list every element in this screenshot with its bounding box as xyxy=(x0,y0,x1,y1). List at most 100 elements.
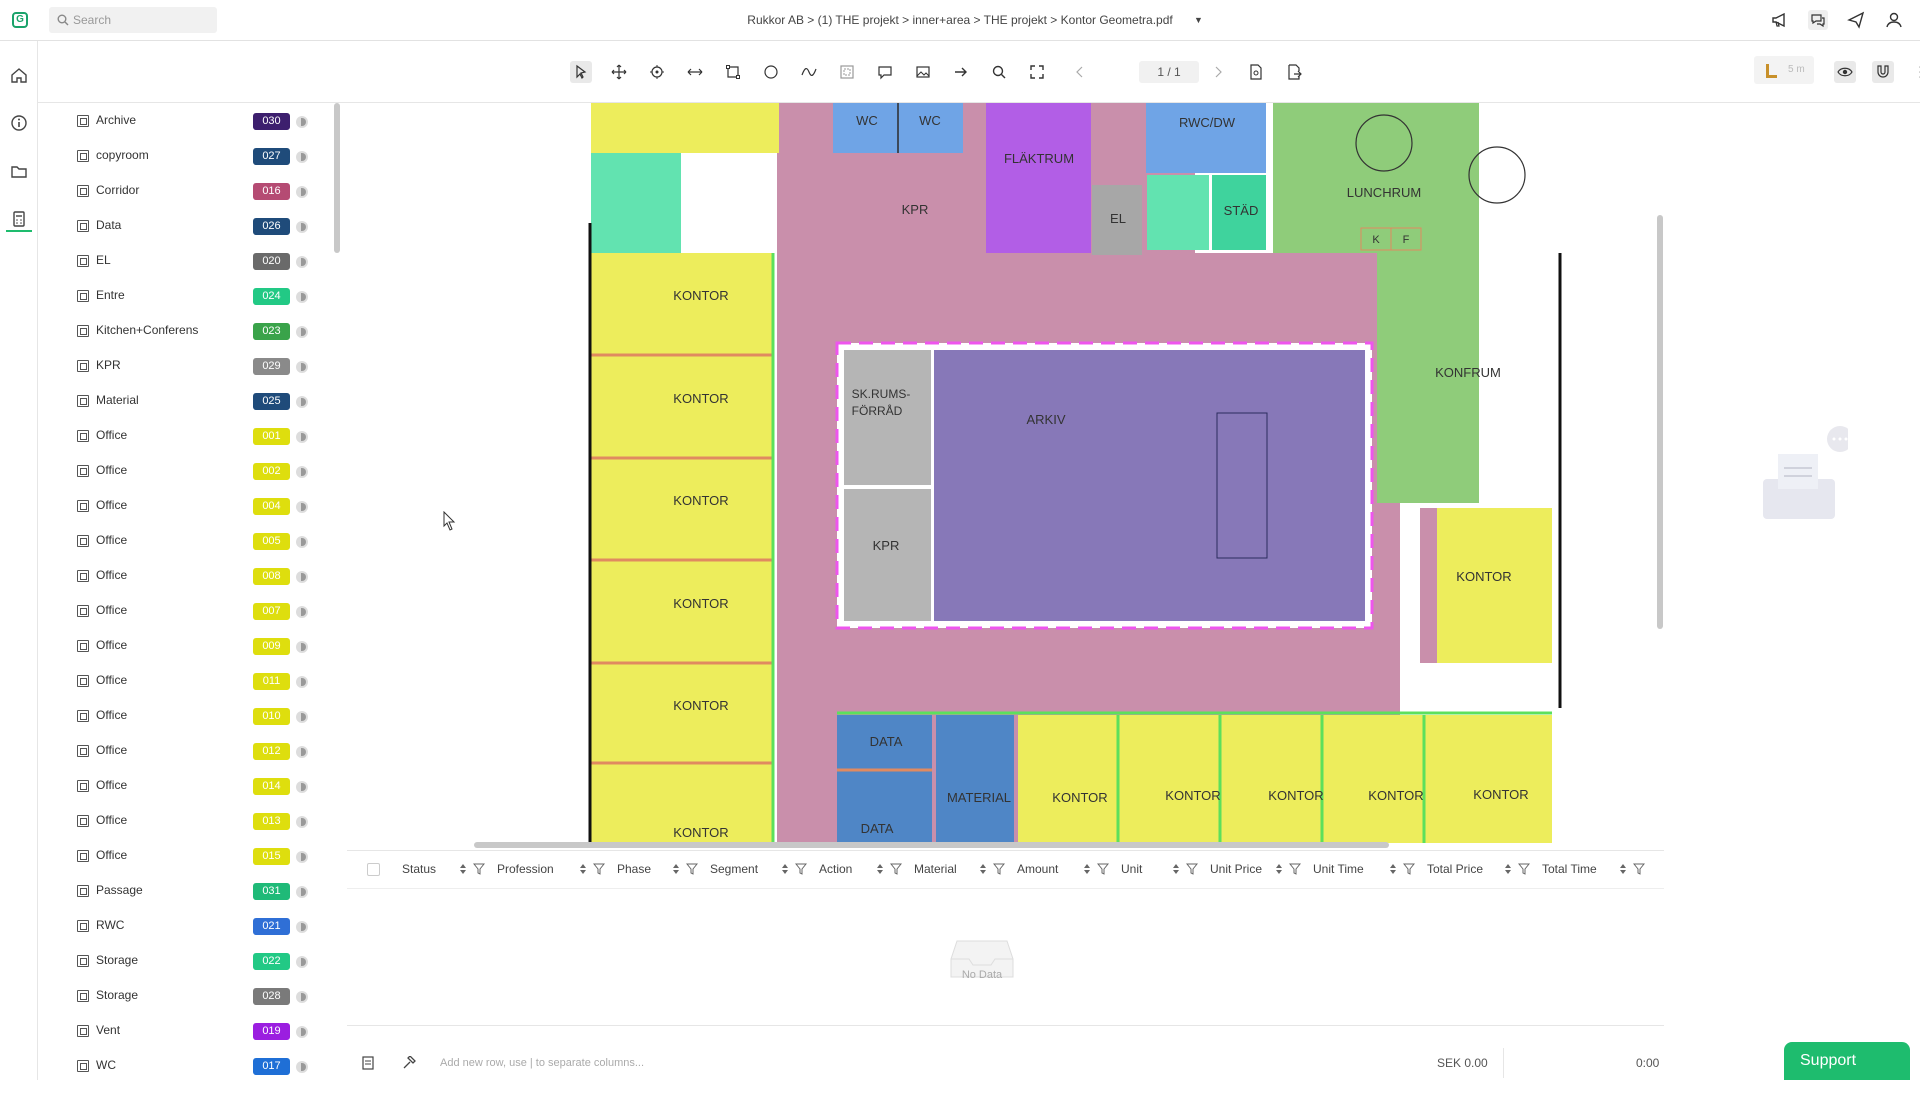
layer-row[interactable]: Material025 xyxy=(46,383,346,418)
cutout-tool-button[interactable] xyxy=(836,61,858,83)
sort-icon[interactable] xyxy=(1275,863,1283,875)
sort-icon[interactable] xyxy=(672,863,680,875)
filter-icon[interactable] xyxy=(890,863,902,875)
layer-visibility-toggle[interactable] xyxy=(296,816,308,828)
layer-row[interactable]: Office002 xyxy=(46,453,346,488)
layer-row[interactable]: Vent019 xyxy=(46,1013,346,1048)
snap-toggle-button[interactable] xyxy=(1872,61,1894,83)
layer-visibility-toggle[interactable] xyxy=(296,186,308,198)
line-tool-button[interactable] xyxy=(684,61,706,83)
layer-row[interactable]: Office004 xyxy=(46,488,346,523)
layer-row[interactable]: Office011 xyxy=(46,663,346,698)
layer-row[interactable]: Office015 xyxy=(46,838,346,873)
image-tool-button[interactable] xyxy=(912,61,934,83)
layer-visibility-toggle[interactable] xyxy=(296,606,308,618)
notes-icon[interactable] xyxy=(361,1056,375,1070)
layer-visibility-toggle[interactable] xyxy=(296,326,308,338)
sort-icon[interactable] xyxy=(876,863,884,875)
search-input[interactable]: Search xyxy=(49,7,217,33)
layer-visibility-toggle[interactable] xyxy=(296,571,308,583)
material-zone[interactable] xyxy=(936,715,1014,843)
arrow-tool-button[interactable] xyxy=(950,61,972,83)
layer-row[interactable]: Office014 xyxy=(46,768,346,803)
next-page-button[interactable] xyxy=(1207,61,1229,83)
filter-icon[interactable] xyxy=(593,863,605,875)
layer-visibility-toggle[interactable] xyxy=(296,991,308,1003)
sort-icon[interactable] xyxy=(1083,863,1091,875)
layer-row[interactable]: Entre024 xyxy=(46,278,346,313)
layer-visibility-toggle[interactable] xyxy=(296,956,308,968)
comment-tool-button[interactable] xyxy=(874,61,896,83)
circle-tool-button[interactable] xyxy=(760,61,782,83)
sort-icon[interactable] xyxy=(979,863,987,875)
filter-icon[interactable] xyxy=(993,863,1005,875)
layer-visibility-toggle[interactable] xyxy=(296,676,308,688)
layer-row[interactable]: Storage028 xyxy=(46,978,346,1013)
layer-visibility-toggle[interactable] xyxy=(296,256,308,268)
pan-tool-button[interactable] xyxy=(608,61,630,83)
layer-row[interactable]: Office013 xyxy=(46,803,346,838)
select-all-checkbox[interactable] xyxy=(367,863,380,876)
breadcrumb-dropdown-icon[interactable]: ▼ xyxy=(1194,15,1203,25)
rwc-zone[interactable] xyxy=(1146,103,1266,173)
layer-row[interactable]: EL020 xyxy=(46,243,346,278)
layer-row[interactable]: Corridor016 xyxy=(46,173,346,208)
layer-row[interactable]: Office005 xyxy=(46,523,346,558)
layer-visibility-toggle[interactable] xyxy=(296,396,308,408)
floor-plan[interactable]: WC WC RWC/DW FLÄKTRUM KPR EL STÄD LUNCHR… xyxy=(347,103,1660,843)
filter-icon[interactable] xyxy=(1289,863,1301,875)
layer-visibility-toggle[interactable] xyxy=(296,711,308,723)
layer-row[interactable]: Office007 xyxy=(46,593,346,628)
kpr-zone[interactable] xyxy=(844,489,931,621)
document-button[interactable] xyxy=(1245,61,1267,83)
layer-visibility-toggle[interactable] xyxy=(296,361,308,373)
filter-icon[interactable] xyxy=(1186,863,1198,875)
layer-list-scrollbar[interactable] xyxy=(334,103,340,253)
layer-row[interactable]: Office009 xyxy=(46,628,346,663)
canvas-horizontal-scrollbar[interactable] xyxy=(474,842,1389,848)
layer-row[interactable]: Office008 xyxy=(46,558,346,593)
layer-row[interactable]: Office010 xyxy=(46,698,346,733)
hammer-icon[interactable] xyxy=(402,1056,416,1070)
layer-row[interactable]: copyroom027 xyxy=(46,138,346,173)
scale-indicator[interactable]: 5 m xyxy=(1754,56,1814,84)
page-indicator[interactable]: 1 / 1 xyxy=(1139,61,1199,83)
layer-visibility-toggle[interactable] xyxy=(296,116,308,128)
office-right-zone[interactable] xyxy=(1437,508,1552,663)
megaphone-icon[interactable] xyxy=(1770,10,1790,30)
drawing-canvas[interactable]: WC WC RWC/DW FLÄKTRUM KPR EL STÄD LUNCHR… xyxy=(347,103,1660,843)
layer-visibility-toggle[interactable] xyxy=(296,501,308,513)
layer-row[interactable]: WC017 xyxy=(46,1048,346,1080)
breadcrumb[interactable]: Rukkor AB > (1) THE projekt > inner+area… xyxy=(0,0,1920,40)
sort-icon[interactable] xyxy=(579,863,587,875)
layer-visibility-toggle[interactable] xyxy=(296,781,308,793)
office-zone[interactable] xyxy=(591,103,779,153)
home-icon[interactable] xyxy=(10,66,28,84)
area-tool-button[interactable] xyxy=(722,61,744,83)
grid-column-header[interactable]: Unit Time xyxy=(1313,851,1364,887)
sort-icon[interactable] xyxy=(1389,863,1397,875)
select-tool-button[interactable] xyxy=(570,61,592,83)
grid-column-header[interactable]: Material xyxy=(914,851,957,887)
layer-visibility-toggle[interactable] xyxy=(296,536,308,548)
layer-visibility-toggle[interactable] xyxy=(296,1061,308,1073)
curve-tool-button[interactable] xyxy=(798,61,820,83)
layer-visibility-toggle[interactable] xyxy=(296,641,308,653)
sort-icon[interactable] xyxy=(1504,863,1512,875)
app-logo-icon[interactable]: G xyxy=(12,12,28,28)
layer-row[interactable]: Kitchen+Conferens023 xyxy=(46,313,346,348)
layer-visibility-toggle[interactable] xyxy=(296,921,308,933)
grid-column-header[interactable]: Action xyxy=(819,851,852,887)
visibility-toggle-button[interactable] xyxy=(1834,61,1856,83)
more-menu-button[interactable] xyxy=(1910,61,1920,83)
layer-row[interactable]: Office012 xyxy=(46,733,346,768)
fit-page-button[interactable] xyxy=(1026,61,1048,83)
grid-column-header[interactable]: Segment xyxy=(710,851,758,887)
chat-icon[interactable] xyxy=(1808,10,1828,30)
grid-column-header[interactable]: Unit Price xyxy=(1210,851,1262,887)
calculator-icon[interactable] xyxy=(10,210,28,228)
layer-visibility-toggle[interactable] xyxy=(296,291,308,303)
layer-visibility-toggle[interactable] xyxy=(296,886,308,898)
sort-icon[interactable] xyxy=(781,863,789,875)
support-button[interactable]: Support xyxy=(1784,1042,1910,1080)
